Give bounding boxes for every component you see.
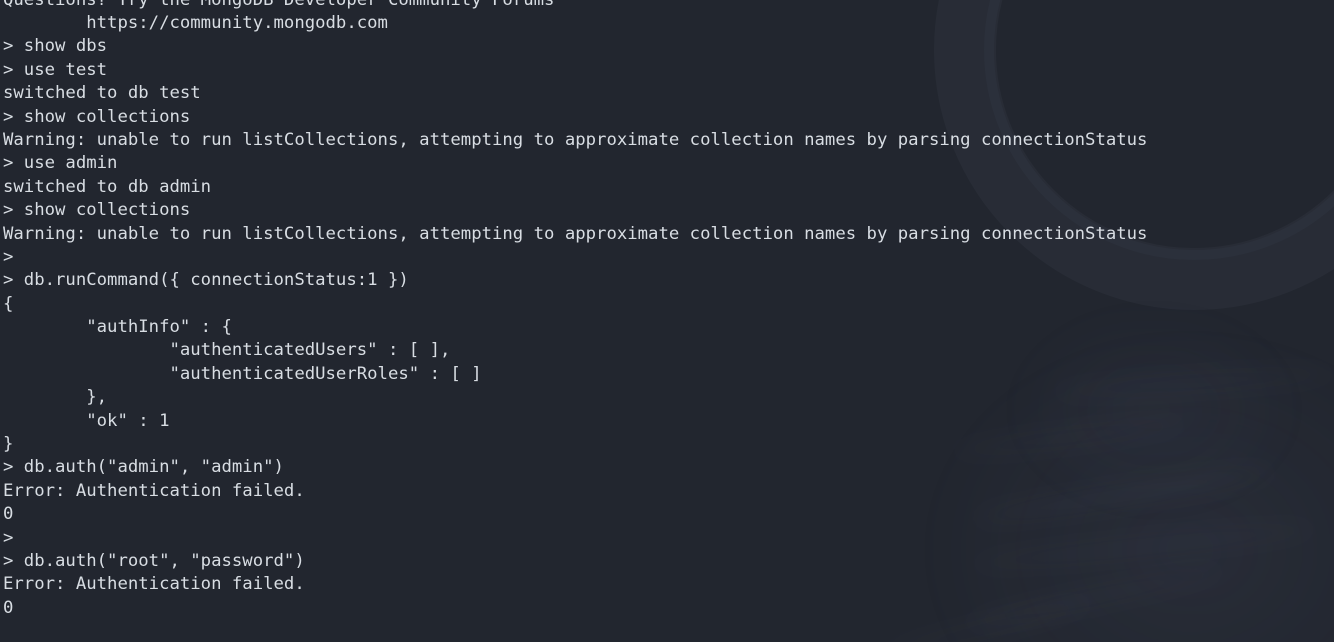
terminal-line: > use admin — [3, 153, 118, 174]
terminal-line: { — [3, 293, 14, 314]
terminal-line: > use test — [3, 59, 108, 80]
terminal-line: > — [3, 246, 14, 267]
terminal-line: "authInfo" : { — [3, 317, 232, 338]
terminal-line: > show dbs — [3, 36, 108, 57]
terminal-line: "authenticatedUsers" : [ ], — [3, 340, 451, 361]
terminal-line: 0 — [3, 597, 14, 618]
terminal-line: https://community.mongodb.com — [3, 13, 388, 33]
terminal-window[interactable]: https://docs.mongodb.com/Questions? Try … — [0, 0, 1334, 642]
terminal-line: > db.runCommand({ connectionStatus:1 }) — [3, 270, 409, 291]
terminal-line: > show collections — [3, 106, 191, 127]
terminal-line: switched to db test — [3, 83, 201, 104]
terminal-line: }, — [3, 387, 108, 408]
terminal-line: > db.auth("admin", "admin") — [3, 457, 284, 478]
terminal-line: "authenticatedUserRoles" : [ ] — [3, 363, 482, 384]
terminal-line: Warning: unable to run listCollections, … — [3, 129, 1148, 150]
terminal-line: > db.auth("root", "password") — [3, 550, 305, 571]
terminal-scrollback[interactable]: https://docs.mongodb.com/Questions? Try … — [0, 0, 1334, 620]
terminal-line: 0 — [3, 504, 14, 525]
terminal-line: } — [3, 434, 14, 455]
terminal-line: Error: Authentication failed. — [3, 574, 305, 595]
terminal-line: "ok" : 1 — [3, 410, 170, 431]
terminal-line: > show collections — [3, 200, 191, 221]
terminal-line: Warning: unable to run listCollections, … — [3, 223, 1148, 244]
terminal-line: Error: Authentication failed. — [3, 480, 305, 501]
terminal-line: Questions? Try the MongoDB Developer Com… — [3, 0, 1334, 12]
terminal-line: switched to db admin — [3, 176, 212, 197]
terminal-line: > — [3, 527, 14, 548]
